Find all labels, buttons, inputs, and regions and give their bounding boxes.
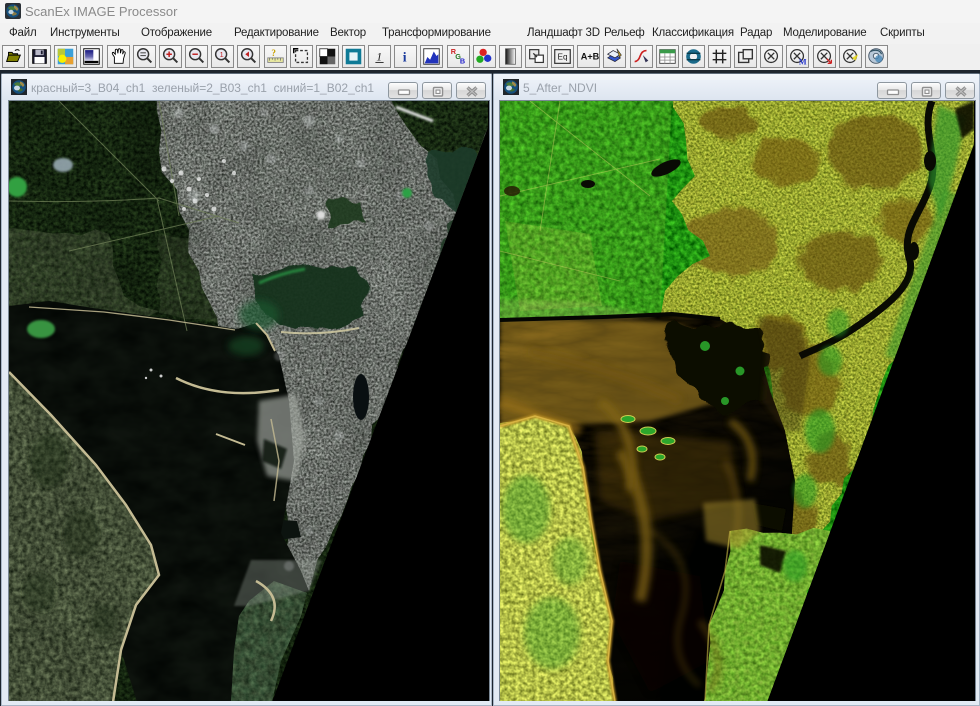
svg-text:M: M [799,57,807,66]
svg-text:1: 1 [376,50,382,64]
svg-text:B: B [459,56,464,65]
svg-text:?: ? [271,48,276,58]
svg-text:A+B: A+B [581,52,599,62]
svg-text:1: 1 [220,50,224,59]
svg-text:Eq: Eq [558,53,568,62]
svg-text:i: i [403,50,407,65]
